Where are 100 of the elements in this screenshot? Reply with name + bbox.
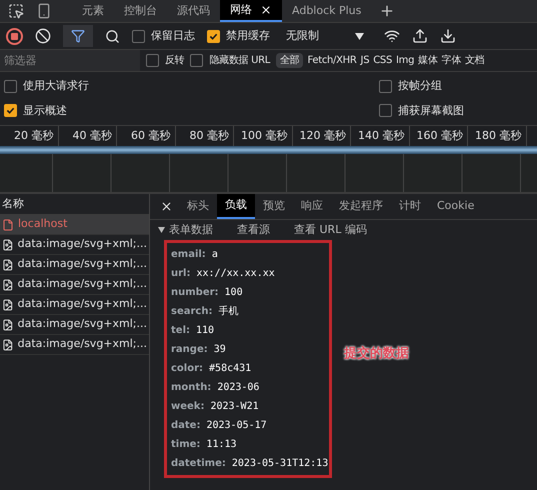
checkbox[interactable] [132,30,145,42]
request-row[interactable]: data:image/svg+xml;... [0,235,149,255]
request-row[interactable]: data:image/svg+xml;... [0,315,149,335]
field-key: url: [171,266,190,281]
field-key: email: [171,247,206,262]
field-value: 100 [224,286,243,300]
field-value: 2023-06 [217,381,260,395]
timeline-tick: 60 毫秒 [131,128,170,144]
field-value: 110 [196,324,214,338]
detail-tab[interactable]: 预览 [255,194,293,219]
search-icon[interactable] [105,28,120,44]
checkbox[interactable] [379,104,392,118]
request-row[interactable]: data:image/svg+xml;... [0,295,149,315]
image-file-icon [2,238,14,250]
field-key: date: [171,418,200,433]
checkbox[interactable] [379,80,392,93]
option-checkbox[interactable]: 显示概述 [4,102,379,119]
hide-data-urls-checkbox[interactable]: 隐藏数据 URL [190,53,270,68]
field-key: range: [171,342,208,357]
filter-input[interactable]: 筛选器 [0,50,140,71]
field-value: xx://xx.xx.xx [196,267,275,281]
close-icon[interactable] [260,4,272,16]
invert-checkbox[interactable]: 反转 [146,53,184,68]
field-value: a [212,248,218,262]
timeline-tick: 80 毫秒 [190,128,229,144]
panel-tab[interactable]: 控制台 [114,0,167,22]
type-filter[interactable]: JS [360,53,370,68]
clear-icon[interactable] [35,28,51,44]
request-row[interactable]: data:image/svg+xml;... [0,275,149,295]
panel-tab[interactable]: 网络 [220,0,282,22]
option-checkbox[interactable]: 使用大请求行 [4,78,379,94]
field-key: number: [171,285,219,300]
type-filter[interactable]: 文档 [464,53,484,68]
field-value: 39 [214,343,226,357]
field-value: 2023-05-31T12:13 [232,457,328,471]
field-key: search: [171,304,212,319]
timeline-tick: 120 毫秒 [300,128,346,144]
device-icon[interactable] [36,3,52,19]
request-row[interactable]: data:image/svg+xml;... [0,255,149,275]
detail-tab[interactable]: 计时 [391,194,429,219]
detail-tab[interactable]: 负载 [217,194,255,219]
disable-cache-checkbox[interactable]: 禁用缓存 [207,28,270,44]
checkmark-icon [209,32,218,40]
image-file-icon [2,338,14,350]
document-icon [2,218,14,230]
checkbox[interactable] [4,104,17,118]
image-file-icon [2,258,14,270]
image-file-icon [2,298,14,310]
field-key: datetime: [171,456,226,471]
checkbox[interactable] [146,54,159,67]
caret-icon [158,227,165,233]
image-file-icon [2,278,14,290]
type-filter[interactable]: Img [396,53,414,68]
type-filter[interactable]: Fetch/XHR [307,53,357,68]
detail-tab[interactable]: 发起程序 [331,194,391,219]
field-value: 手机 [218,304,238,319]
timeline-tick: 100 毫秒 [241,128,288,144]
detail-tab[interactable]: Cookie [429,194,482,219]
checkbox[interactable] [207,30,220,42]
preserve-log-checkbox[interactable]: 保留日志 [132,28,195,44]
section-toggle[interactable]: 表单数据 [158,222,213,238]
download-icon[interactable] [440,28,456,44]
detail-tab[interactable]: 响应 [293,194,331,219]
view-link[interactable]: 查看 URL 编码 [294,222,367,238]
checkbox[interactable] [190,54,204,67]
type-filter[interactable]: 全部 [276,53,304,68]
timeline-tick: 40 毫秒 [72,128,112,144]
caret-icon [355,32,364,40]
field-key: week: [171,399,204,414]
type-filter[interactable]: CSS [373,53,392,68]
timeline-tick: 180 毫秒 [475,128,522,144]
field-key: tel: [171,323,190,338]
record-button[interactable] [6,28,23,44]
image-file-icon [2,318,14,330]
checkmark-icon [6,106,15,116]
checkbox[interactable] [4,80,17,93]
throttle-dropdown[interactable]: 无限制 [286,28,364,44]
panel-tab[interactable]: 源代码 [167,0,220,22]
field-value: #58c431 [209,362,252,376]
field-value: 11:13 [206,438,237,452]
close-icon[interactable] [160,200,173,213]
filter-icon [71,29,85,43]
option-checkbox[interactable]: 捕获屏幕截图 [379,102,533,119]
panel-tab[interactable]: Adblock Plus [282,0,372,22]
field-value: 2023-05-17 [206,419,267,433]
type-filter[interactable]: 字体 [442,53,461,68]
timeline-tick: 140 毫秒 [358,128,404,144]
upload-icon[interactable] [412,28,428,44]
timeline-tick: 20 毫秒 [14,128,54,144]
filter-button[interactable] [63,25,93,47]
panel-tab[interactable]: 元素 [72,0,114,22]
network-conditions-icon[interactable] [384,28,400,44]
field-key: time: [171,437,200,452]
type-filter[interactable]: 媒体 [418,53,438,68]
option-checkbox[interactable]: 按帧分组 [379,78,533,94]
detail-tab[interactable]: 标头 [179,194,217,219]
inspect-icon[interactable] [8,3,24,19]
annotation-text: 提交的数据 [344,344,409,363]
view-link[interactable]: 查看源 [237,222,270,238]
request-row[interactable]: data:image/svg+xml;... [0,335,149,355]
